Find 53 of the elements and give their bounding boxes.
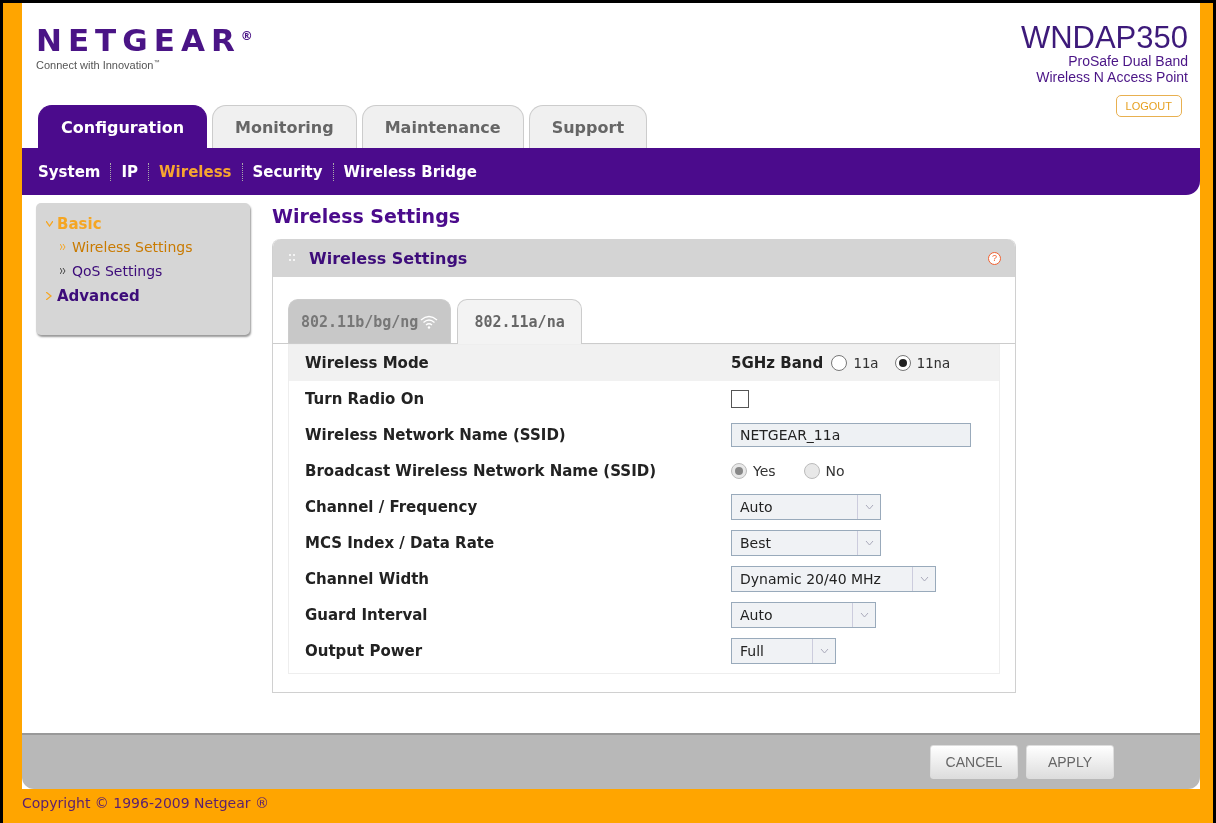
page-title: Wireless Settings [272,205,462,227]
chevron-down-icon [859,612,869,618]
main-tab[interactable]: Maintenance [361,105,524,148]
dropdown[interactable]: Full [731,638,836,664]
field-label: Wireless Network Name (SSID) [305,426,567,444]
radio-label: 11na [916,355,951,371]
main-tab[interactable]: Configuration [38,105,208,148]
field-label: Broadcast Wireless Network Name (SSID) [305,462,657,480]
cancel-button[interactable]: CANCEL [930,745,1018,779]
field-label: Channel Width [305,570,430,588]
checkbox[interactable] [731,390,749,408]
chevron-down-icon [919,576,929,582]
netgear-logo: NETGEAR$^{®}$ [36,21,253,58]
panel-title: Wireless Settings [309,248,469,268]
dropdown[interactable]: Best [731,530,881,556]
chevron-down-icon [864,540,874,546]
radio-label: Yes [753,463,776,479]
field-label: Channel / Frequency [305,498,479,516]
field-label: Guard Interval [305,606,429,624]
radio-label: 11a [853,355,879,371]
subnav-link[interactable]: Wireless Bridge [343,162,477,181]
subnav-link[interactable]: IP [121,162,139,181]
field-label: MCS Index / Data Rate [305,534,496,552]
chevron-down-icon [819,648,829,654]
apply-button[interactable]: APPLY [1026,745,1114,779]
field-label: Output Power [305,642,424,660]
copyright-text: Copyright © 1996-2009 Netgear ® [22,795,270,811]
radio-button[interactable] [894,355,911,371]
grip-icon [289,254,295,262]
sidebar-subitem[interactable]: QoS Settings [72,263,163,279]
subnav-link[interactable]: System [38,162,101,181]
subnav-link[interactable]: Security [252,162,323,181]
dropdown[interactable]: Auto [731,494,881,520]
field-label: Turn Radio On [305,390,426,408]
sidebar-item[interactable]: Advanced [57,287,140,305]
model-name: WNDAP350 [1020,23,1188,53]
tagline: Connect with Innovation$^{™}$ [36,59,161,72]
product-line: ProSafe Dual Band [1068,53,1188,69]
dropdown[interactable]: Dynamic 20/40 MHz [731,566,936,592]
radio-label: No [825,463,845,479]
chevron-icon [60,244,66,250]
dropdown[interactable]: Auto [731,602,876,628]
ssid-field[interactable]: NETGEAR_11a [731,423,971,447]
product-line: Wireless N Access Point [1036,69,1188,85]
chevron-icon [60,268,66,274]
main-tab[interactable]: Support [528,105,648,148]
main-tab[interactable]: Monitoring [212,105,357,148]
field-label: Wireless Mode [305,354,430,372]
chevron-down-icon [864,504,874,510]
radio-button[interactable] [831,355,848,371]
subnav-link[interactable]: Wireless [159,162,232,181]
band-label: 5GHz Band [731,354,824,372]
band-tab[interactable]: 802.11a/na [457,299,582,344]
